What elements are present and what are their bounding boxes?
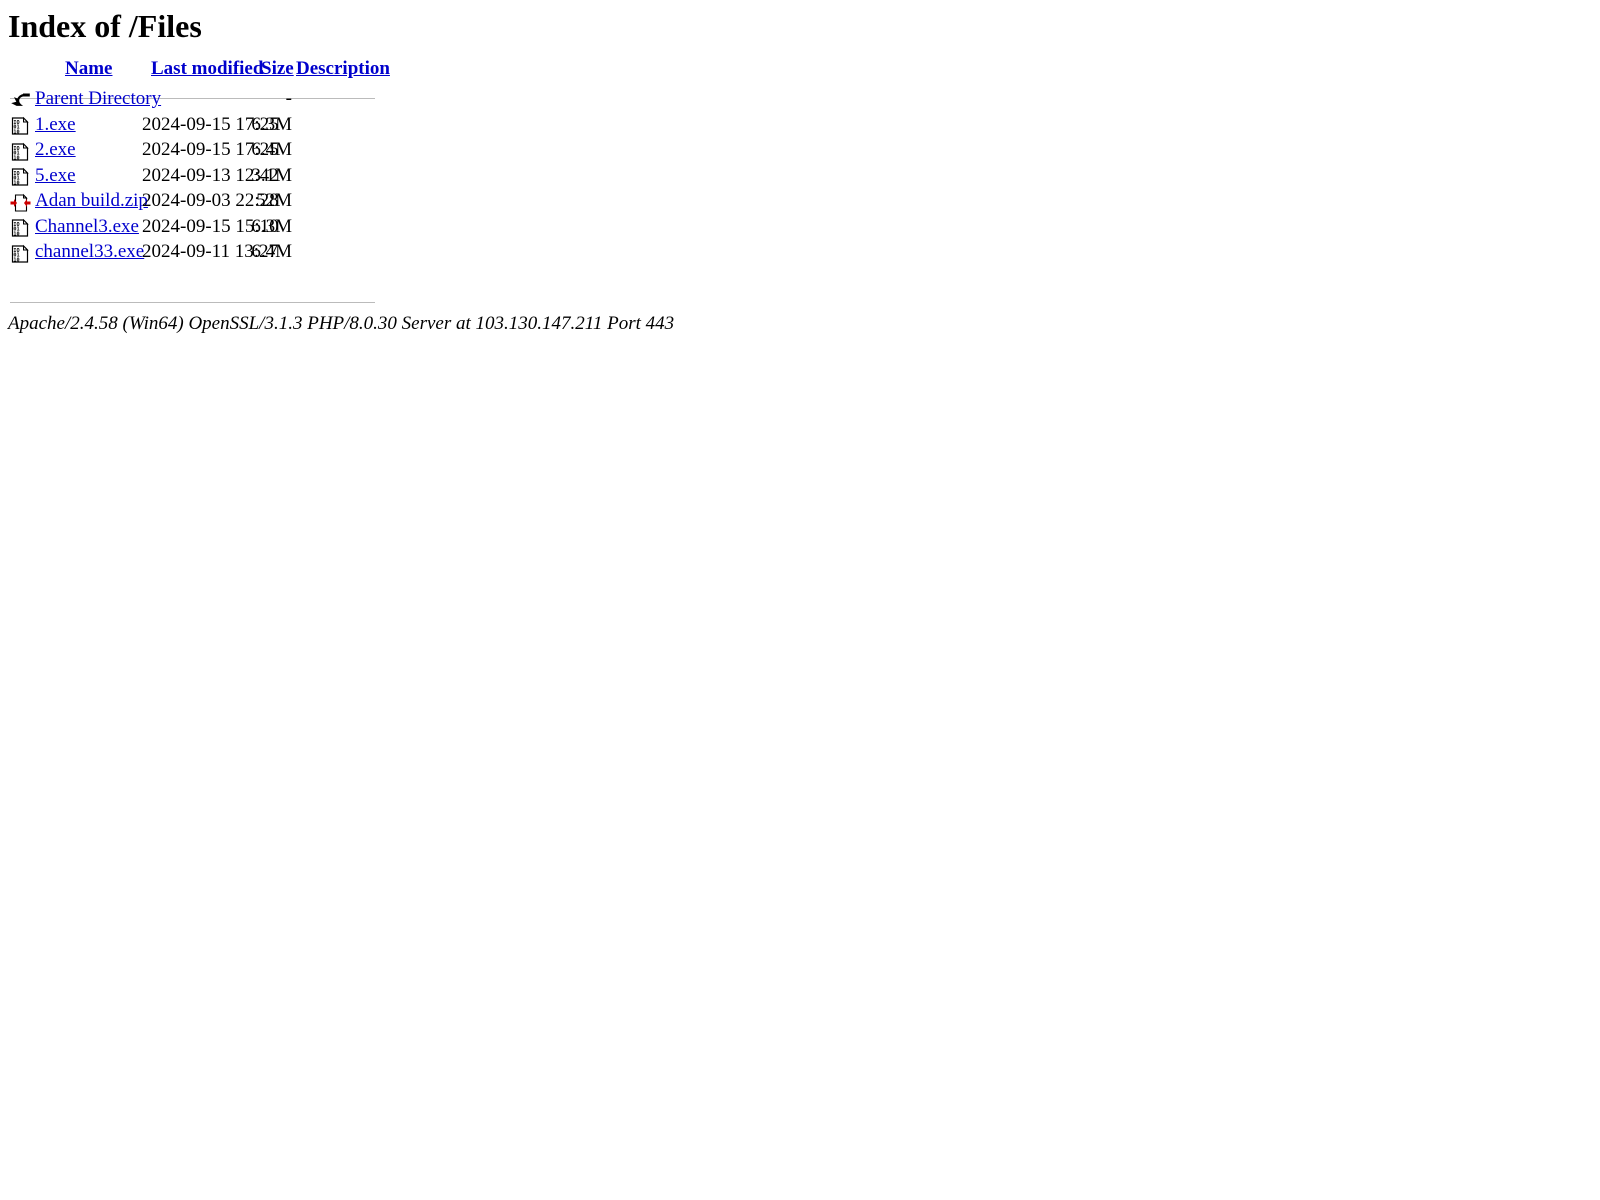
file-name-cell: 5.exe (35, 165, 76, 187)
svg-text:10: 10 (13, 130, 19, 136)
svg-text:10: 10 (13, 232, 19, 238)
file-name-cell: channel33.exe (35, 241, 144, 263)
file-link[interactable]: channel33.exe (35, 241, 144, 262)
file-size-cell: 6.3M (251, 113, 292, 135)
file-name-cell: 2.exe (35, 139, 76, 161)
column-header-name[interactable]: Name (65, 58, 112, 80)
parent-directory-link[interactable]: Parent Directory (35, 88, 161, 109)
column-header-description[interactable]: Description (296, 58, 390, 80)
svg-text:10: 10 (13, 155, 19, 161)
file-name-cell: Parent Directory (35, 88, 161, 110)
file-size-cell: 3.1M (251, 164, 292, 186)
column-header-last-modified[interactable]: Last modified (151, 58, 263, 80)
file-link[interactable]: 2.exe (35, 139, 76, 160)
file-size-cell: 6.3M (251, 215, 292, 237)
file-name-cell: 1.exe (35, 114, 76, 136)
server-signature: Apache/2.4.58 (Win64) OpenSSL/3.1.3 PHP/… (8, 313, 675, 334)
binary-file-icon: IO 01 10 (10, 141, 31, 162)
file-size-cell: 6.4M (251, 241, 292, 262)
binary-file-icon: IO 01 10 (10, 243, 31, 264)
binary-file-icon: IO 01 10 (10, 218, 31, 239)
file-link[interactable]: 5.exe (35, 165, 76, 186)
file-link[interactable]: Adan build.zip (35, 190, 148, 211)
svg-text:10: 10 (13, 257, 19, 263)
binary-file-icon: IO 01 10 (10, 116, 31, 137)
compressed-file-icon (10, 192, 31, 213)
file-size-cell: - (285, 88, 292, 109)
column-header-size[interactable]: Size (261, 58, 294, 80)
svg-text:10: 10 (13, 181, 19, 187)
back-icon (10, 90, 31, 111)
file-name-cell: Adan build.zip (35, 190, 148, 212)
file-size-cell: 52M (256, 190, 292, 211)
binary-file-icon: IO 01 10 (10, 167, 31, 188)
file-name-cell: Channel3.exe (35, 216, 139, 238)
file-link[interactable]: Channel3.exe (35, 216, 139, 237)
page-title: Index of /Files (8, 8, 202, 44)
file-size-cell: 6.4M (251, 139, 292, 160)
bottom-divider (10, 302, 375, 303)
file-link[interactable]: 1.exe (35, 114, 76, 135)
